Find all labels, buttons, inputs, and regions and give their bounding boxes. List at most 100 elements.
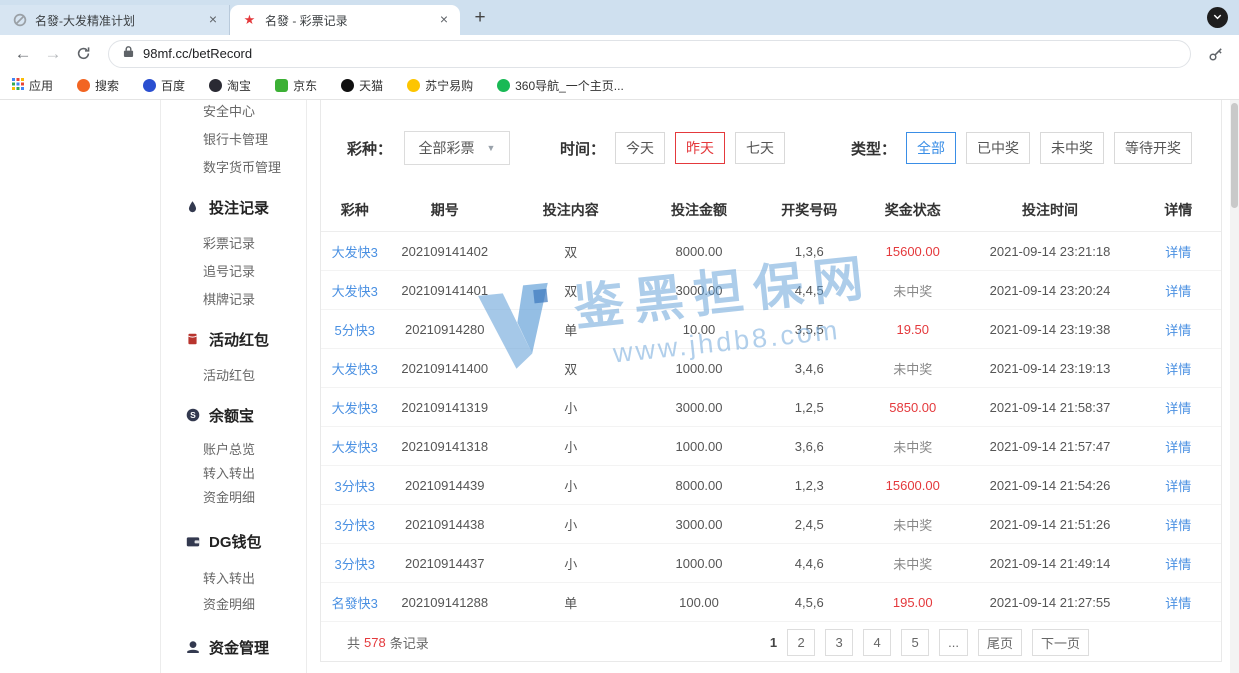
type-lost-button[interactable]: 未中奖 xyxy=(1040,132,1104,164)
wallet-icon xyxy=(185,534,200,549)
table-row: 大发快3 202109141401 双 3000.00 4,4,5 未中奖 20… xyxy=(321,271,1221,310)
detail-link[interactable]: 详情 xyxy=(1136,398,1222,417)
bookmark-search[interactable]: 搜索 xyxy=(77,77,119,94)
ink-drop-icon xyxy=(185,200,200,215)
page-ellipsis-button[interactable]: ... xyxy=(939,629,968,656)
cell-status: 未中奖 xyxy=(861,437,965,456)
password-key-icon[interactable] xyxy=(1203,41,1229,67)
scrollbar-track[interactable] xyxy=(1230,100,1239,673)
cell-lottery[interactable]: 大发快3 xyxy=(321,437,389,456)
detail-link[interactable]: 详情 xyxy=(1136,515,1222,534)
cell-time: 2021-09-14 23:19:13 xyxy=(965,361,1136,376)
sidebar-item-transfer[interactable]: 转入转出 xyxy=(161,462,306,486)
time-today-button[interactable]: 今天 xyxy=(615,132,665,164)
type-pending-button[interactable]: 等待开奖 xyxy=(1114,132,1192,164)
detail-link[interactable]: 详情 xyxy=(1136,593,1222,612)
bookmarks-bar: 应用 搜索 百度 淘宝 京东 天猫 苏宁易购 360导航_一个主页... xyxy=(0,72,1239,100)
sidebar-item-lottery-records[interactable]: 彩票记录 xyxy=(161,230,306,258)
col-header-content: 投注内容 xyxy=(501,200,641,220)
lottery-select[interactable]: 全部彩票 ▼ xyxy=(404,131,510,165)
time-yesterday-button[interactable]: 昨天 xyxy=(675,132,725,164)
sidebar-item-transfer-2[interactable]: 转入转出 xyxy=(161,566,306,592)
cell-lottery[interactable]: 大发快3 xyxy=(321,281,389,300)
scrollbar-thumb[interactable] xyxy=(1231,103,1238,208)
total-records-count: 578 xyxy=(364,635,386,650)
tab-title: 名發 - 彩票记录 xyxy=(265,12,428,29)
cell-lottery[interactable]: 大发快3 xyxy=(321,359,389,378)
sidebar-item-chase-records[interactable]: 追号记录 xyxy=(161,258,306,286)
address-bar[interactable]: 98mf.cc/betRecord xyxy=(108,40,1191,68)
cell-lottery[interactable]: 名發快3 xyxy=(321,593,389,612)
bookmark-360nav[interactable]: 360导航_一个主页... xyxy=(497,77,624,94)
type-all-button[interactable]: 全部 xyxy=(906,132,956,164)
sidebar-item-boardgame-records[interactable]: 棋牌记录 xyxy=(161,286,306,314)
sidebar-item-security-center[interactable]: 安全中心 xyxy=(161,100,306,126)
detail-link[interactable]: 详情 xyxy=(1136,281,1222,300)
cell-status: 15600.00 xyxy=(861,244,965,259)
tmall-favicon-icon xyxy=(341,79,354,92)
sidebar-item-fund-details[interactable]: 资金明细 xyxy=(161,486,306,510)
close-tab-icon[interactable]: × xyxy=(436,12,452,28)
cell-status: 未中奖 xyxy=(861,359,965,378)
page-5-button[interactable]: 5 xyxy=(901,629,929,656)
bookmark-jd[interactable]: 京东 xyxy=(275,77,317,94)
sidebar-section-bet-records[interactable]: 投注记录 xyxy=(161,192,306,222)
cell-lottery[interactable]: 3分快3 xyxy=(321,515,389,534)
bookmark-apps[interactable]: 应用 xyxy=(12,77,53,94)
bookmark-taobao[interactable]: 淘宝 xyxy=(209,77,251,94)
type-won-button[interactable]: 已中奖 xyxy=(966,132,1030,164)
next-page-button[interactable]: 下一页 xyxy=(1032,629,1089,656)
sidebar-section-label: 余额宝 xyxy=(209,405,254,426)
page-label: ... xyxy=(948,635,959,650)
sidebar-item-account-overview[interactable]: 账户总览 xyxy=(161,438,306,462)
last-page-button[interactable]: 尾页 xyxy=(978,629,1022,656)
sidebar-item-fund-details-2[interactable]: 资金明细 xyxy=(161,592,306,618)
col-header-issue: 期号 xyxy=(389,200,502,220)
suning-favicon-icon xyxy=(407,79,420,92)
cell-numbers: 4,4,5 xyxy=(758,283,862,298)
button-label: 已中奖 xyxy=(977,138,1019,158)
refresh-icon[interactable] xyxy=(70,41,96,67)
cell-time: 2021-09-14 21:27:55 xyxy=(965,595,1136,610)
sidebar-section-dg-wallet[interactable]: DG钱包 xyxy=(161,526,306,556)
detail-link[interactable]: 详情 xyxy=(1136,320,1222,339)
page-2-button[interactable]: 2 xyxy=(787,629,815,656)
sidebar-section-red-packet[interactable]: 活动红包 xyxy=(161,324,306,354)
time-filter-label: 时间： xyxy=(560,138,605,159)
cell-lottery[interactable]: 5分快3 xyxy=(321,320,389,339)
cell-issue: 20210914438 xyxy=(389,517,502,532)
cell-issue: 20210914280 xyxy=(389,322,502,337)
cell-lottery[interactable]: 3分快3 xyxy=(321,554,389,573)
time-seven-days-button[interactable]: 七天 xyxy=(735,132,785,164)
page-3-button[interactable]: 3 xyxy=(825,629,853,656)
cell-lottery[interactable]: 3分快3 xyxy=(321,476,389,495)
detail-link[interactable]: 详情 xyxy=(1136,359,1222,378)
bookmark-tmall[interactable]: 天猫 xyxy=(341,77,383,94)
close-tab-icon[interactable]: × xyxy=(205,12,221,28)
media-controls-button[interactable] xyxy=(1207,7,1228,28)
detail-link[interactable]: 详情 xyxy=(1136,437,1222,456)
sidebar-section-fund-management[interactable]: 资金管理 xyxy=(161,632,306,662)
bookmark-baidu[interactable]: 百度 xyxy=(143,77,185,94)
sidebar-section-label: 资金管理 xyxy=(209,637,269,658)
detail-link[interactable]: 详情 xyxy=(1136,242,1222,261)
sidebar-item-bank-card[interactable]: 银行卡管理 xyxy=(161,126,306,154)
sidebar-section-yuebao[interactable]: S 余额宝 xyxy=(161,400,306,430)
bookmark-suning[interactable]: 苏宁易购 xyxy=(407,77,473,94)
cell-lottery[interactable]: 大发快3 xyxy=(321,398,389,417)
blocked-favicon-icon xyxy=(12,13,27,28)
sidebar-item-digital-currency[interactable]: 数字货币管理 xyxy=(161,154,306,182)
page-4-button[interactable]: 4 xyxy=(863,629,891,656)
browser-tab-2-active[interactable]: ★ 名發 - 彩票记录 × xyxy=(230,5,460,35)
cell-lottery[interactable]: 大发快3 xyxy=(321,242,389,261)
back-icon[interactable]: ← xyxy=(10,41,36,67)
browser-tab-1[interactable]: 名發-大发精准计划 × xyxy=(0,5,230,35)
detail-link[interactable]: 详情 xyxy=(1136,476,1222,495)
detail-link[interactable]: 详情 xyxy=(1136,554,1222,573)
forward-icon[interactable]: → xyxy=(40,41,66,67)
cell-issue: 20210914437 xyxy=(389,556,502,571)
sidebar-item-red-packet[interactable]: 活动红包 xyxy=(161,362,306,390)
new-tab-button[interactable]: + xyxy=(466,4,494,32)
sidebar-item-label: 棋牌记录 xyxy=(203,292,255,307)
cell-numbers: 1,2,5 xyxy=(758,400,862,415)
